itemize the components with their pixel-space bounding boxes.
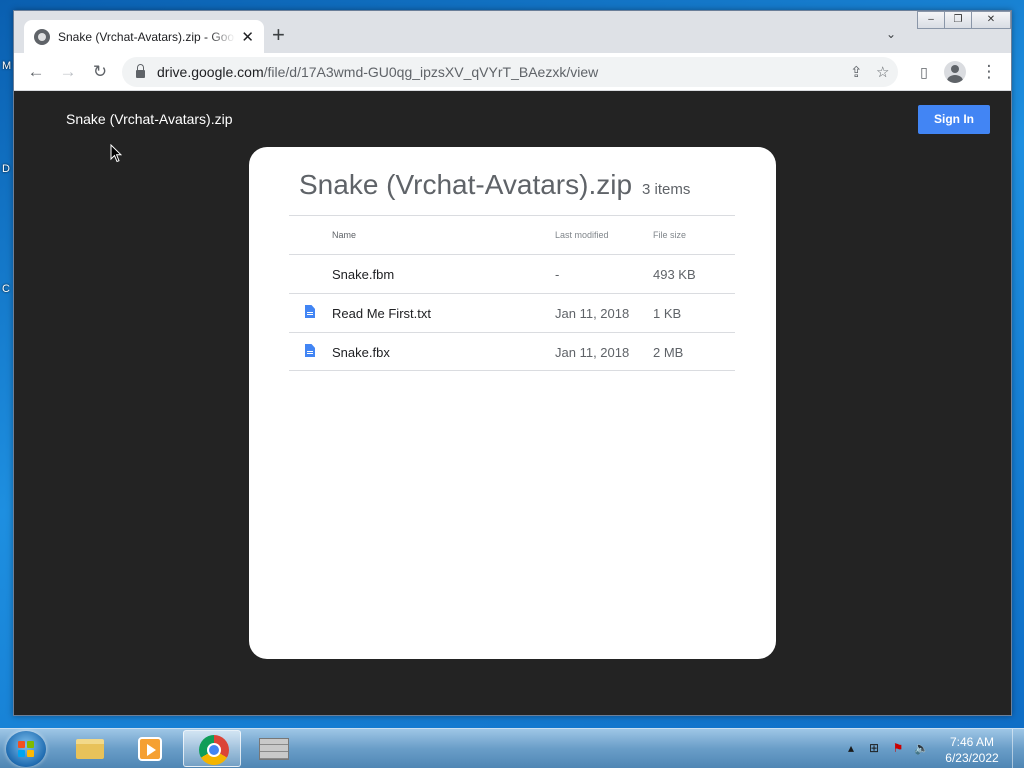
chrome-icon <box>199 735 229 765</box>
globe-icon <box>34 28 50 45</box>
new-tab-button[interactable]: + <box>272 24 285 46</box>
close-window-button[interactable]: ✕ <box>971 11 1011 29</box>
table-row[interactable]: Snake.fbm - 493 KB <box>289 254 735 293</box>
viewer-file-title: Snake (Vrchat-Avatars).zip <box>66 111 233 127</box>
file-name: Snake.fbx <box>332 345 390 360</box>
table-header: Name Last modified File size <box>289 215 735 254</box>
file-size: 2 MB <box>653 345 684 360</box>
url-text[interactable]: drive.google.com/file/d/17A3wmd-GU0qg_ip… <box>157 64 598 80</box>
desktop-icon-label: C <box>2 283 10 295</box>
clock-date: 6/23/2022 <box>945 751 999 765</box>
taskbar-media-player[interactable] <box>120 730 178 767</box>
file-size: 493 KB <box>653 267 696 282</box>
tab-search-chevron-icon[interactable]: ⌄ <box>886 27 896 41</box>
file-modified: Jan 11, 2018 <box>555 345 630 360</box>
reload-icon[interactable]: ↻ <box>89 61 111 83</box>
file-size: 1 KB <box>653 306 682 321</box>
archive-header: Snake (Vrchat-Avatars).zip 3 items <box>299 169 690 201</box>
taskbar-explorer[interactable] <box>60 730 118 767</box>
taskbar-chrome[interactable] <box>183 730 241 767</box>
media-player-icon <box>138 737 162 761</box>
column-last-modified: Last modified <box>555 230 609 240</box>
browser-tab[interactable]: Snake (Vrchat-Avatars).zip - Google Driv… <box>24 20 264 53</box>
table-row[interactable]: Read Me First.txt Jan 11, 2018 1 KB <box>289 293 735 332</box>
address-bar[interactable]: drive.google.com/file/d/17A3wmd-GU0qg_ip… <box>122 57 898 87</box>
minimize-button[interactable]: – <box>917 11 945 29</box>
folder-icon <box>76 739 104 759</box>
file-modified: Jan 11, 2018 <box>555 306 630 321</box>
sign-in-button[interactable]: Sign In <box>918 105 990 134</box>
chrome-window: Snake (Vrchat-Avatars).zip - Google Driv… <box>13 10 1012 716</box>
mouse-cursor-icon <box>110 144 122 163</box>
network-icon[interactable]: ⊞ <box>867 741 881 755</box>
url-path: /file/d/17A3wmd-GU0qg_ipzsXV_qVYrT_BAezx… <box>263 64 599 80</box>
volume-icon[interactable]: 🔈 <box>914 741 929 755</box>
start-button[interactable] <box>6 731 46 767</box>
tab-title: Snake (Vrchat-Avatars).zip - Google Driv… <box>58 29 235 44</box>
archive-preview-card: Snake (Vrchat-Avatars).zip 3 items Name … <box>249 147 776 659</box>
file-modified: - <box>555 267 560 282</box>
restore-button[interactable]: ❐ <box>944 11 972 29</box>
document-icon <box>305 305 315 318</box>
title-bar: Snake (Vrchat-Avatars).zip - Google Driv… <box>14 11 1011 53</box>
document-icon <box>305 344 315 357</box>
close-tab-icon[interactable]: ✕ <box>241 28 254 46</box>
bookmark-star-icon[interactable]: ☆ <box>876 63 889 81</box>
back-arrow-icon[interactable]: ← <box>25 61 47 83</box>
action-center-flag-icon[interactable]: ⚑ <box>891 741 905 755</box>
share-icon[interactable]: ⇪ <box>850 63 863 81</box>
profile-avatar-icon[interactable] <box>944 61 966 83</box>
taskbar-firewall[interactable] <box>245 730 303 767</box>
column-file-size: File size <box>653 230 687 240</box>
lock-icon[interactable] <box>136 64 145 78</box>
archive-name: Snake (Vrchat-Avatars).zip <box>299 169 633 200</box>
forward-arrow-icon[interactable]: → <box>57 61 79 83</box>
file-name: Snake.fbm <box>332 267 395 282</box>
windows-taskbar: ▴ ⊞ ⚑ 🔈 7:46 AM 6/23/2022 <box>0 728 1024 768</box>
file-name: Read Me First.txt <box>332 306 431 321</box>
firewall-icon <box>259 738 289 760</box>
desktop-icon-label: D <box>2 163 10 175</box>
table-row[interactable]: Snake.fbx Jan 11, 2018 2 MB <box>289 332 735 371</box>
system-clock[interactable]: 7:46 AM 6/23/2022 <box>940 734 1004 766</box>
menu-kebab-icon[interactable]: ⋮ <box>978 61 1000 83</box>
show-hidden-icons-arrow-icon[interactable]: ▴ <box>844 741 858 755</box>
desktop-icon-label: M <box>2 60 12 72</box>
side-panel-icon[interactable]: ▯ <box>913 61 935 83</box>
item-count: 3 items <box>642 181 691 198</box>
url-host: drive.google.com <box>157 64 264 80</box>
drive-viewer: Snake (Vrchat-Avatars).zip Sign In Snake… <box>14 91 1011 715</box>
show-desktop-button[interactable] <box>1012 729 1024 768</box>
clock-time: 7:46 AM <box>949 735 995 749</box>
file-table: Name Last modified File size Snake.fbm -… <box>289 215 735 371</box>
column-name: Name <box>332 230 357 240</box>
browser-toolbar: ← → ↻ drive.google.com/file/d/17A3wmd-GU… <box>14 53 1011 91</box>
